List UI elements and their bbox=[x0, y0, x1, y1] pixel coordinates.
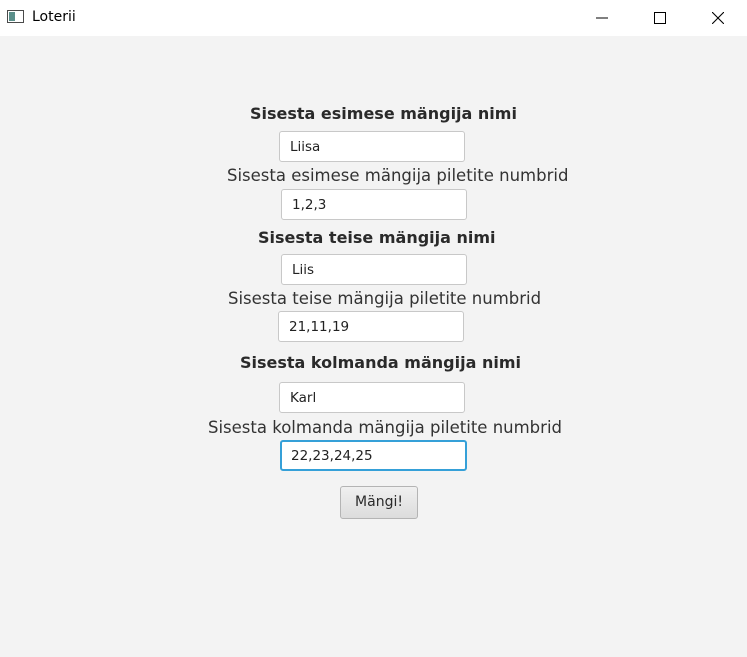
player3-name-input[interactable] bbox=[279, 382, 465, 413]
title-bar: Loterii bbox=[0, 0, 747, 36]
maximize-button[interactable] bbox=[631, 0, 689, 36]
player2-tickets-input[interactable] bbox=[278, 311, 464, 342]
maximize-icon bbox=[654, 12, 666, 24]
window-title: Loterii bbox=[32, 9, 76, 25]
player2-name-label: Sisesta teise mängija nimi bbox=[258, 228, 496, 247]
player2-tickets-label: Sisesta teise mängija piletite numbrid bbox=[228, 289, 542, 308]
minimize-icon bbox=[596, 17, 608, 19]
close-icon bbox=[712, 12, 724, 24]
play-button[interactable]: Mängi! bbox=[340, 486, 418, 519]
player3-name-label: Sisesta kolmanda mängija nimi bbox=[240, 353, 521, 372]
player1-name-label: Sisesta esimese mängija nimi bbox=[250, 104, 517, 123]
player3-tickets-label: Sisesta kolmanda mängija piletite numbri… bbox=[208, 418, 563, 437]
player1-tickets-input[interactable] bbox=[281, 189, 467, 220]
close-button[interactable] bbox=[689, 0, 747, 36]
player3-tickets-input[interactable] bbox=[280, 440, 467, 471]
player2-name-input[interactable] bbox=[281, 254, 467, 285]
player1-tickets-label: Sisesta esimese mängija piletite numbrid bbox=[227, 166, 569, 185]
app-icon bbox=[7, 10, 24, 23]
player1-name-input[interactable] bbox=[279, 131, 465, 162]
minimize-button[interactable] bbox=[573, 0, 631, 36]
